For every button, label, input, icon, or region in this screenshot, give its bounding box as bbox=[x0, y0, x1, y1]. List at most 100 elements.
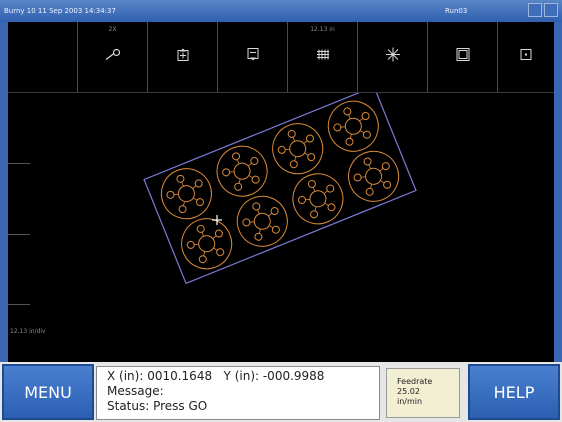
part-spoke bbox=[212, 235, 217, 239]
star-icon bbox=[385, 47, 401, 66]
dot-square-icon bbox=[520, 49, 532, 64]
tool-caption: 2X bbox=[108, 26, 117, 33]
part-spoke bbox=[181, 181, 184, 187]
nested-part bbox=[348, 150, 400, 202]
close-button[interactable] bbox=[544, 3, 558, 17]
tool-caption: 12.13 in bbox=[310, 26, 335, 33]
part-center-hole bbox=[198, 235, 216, 253]
feedrate-title: Feedrate bbox=[397, 377, 433, 386]
part-center-hole bbox=[233, 162, 251, 180]
part-bolt-hole bbox=[362, 130, 371, 139]
box-up-icon bbox=[176, 48, 190, 65]
status-line: Status: Press GO bbox=[107, 399, 208, 413]
scale-label: 12.13 in/div bbox=[10, 328, 46, 335]
part-spoke bbox=[192, 185, 197, 189]
feedrate-unit: in/min bbox=[397, 397, 423, 406]
part-bolt-hole bbox=[381, 162, 390, 171]
nested-part bbox=[181, 218, 233, 270]
part-bolt-hole bbox=[234, 182, 243, 191]
tool-zoom[interactable]: 2X bbox=[78, 22, 148, 92]
status-panel: X (in): 0010.1648 Y (in): -000.9988 Mess… bbox=[96, 366, 380, 420]
grid-icon bbox=[316, 49, 330, 64]
part-spoke bbox=[348, 114, 351, 119]
message-line: Message: bbox=[107, 384, 164, 398]
part-bolt-hole bbox=[326, 184, 335, 193]
part-spoke bbox=[247, 162, 253, 167]
part-spoke bbox=[236, 159, 240, 164]
part-outer-circle bbox=[292, 173, 344, 225]
part-bolt-hole bbox=[361, 112, 370, 121]
part-spoke bbox=[257, 209, 260, 215]
plate-outline bbox=[143, 93, 417, 285]
part-bolt-hole bbox=[195, 198, 204, 207]
x-position: X (in): 0010.1648 bbox=[107, 369, 213, 383]
part-bolt-hole bbox=[251, 175, 260, 184]
menu-button[interactable]: MENU bbox=[2, 364, 94, 420]
part-bolt-hole bbox=[250, 156, 259, 165]
part-center-hole bbox=[177, 185, 195, 203]
title-bar: Burny 10 11 Sep 2003 14:34:37 Run03 bbox=[0, 0, 562, 22]
nested-part bbox=[292, 173, 344, 225]
help-button[interactable]: HELP bbox=[468, 364, 560, 420]
part-bolt-hole bbox=[271, 225, 280, 234]
part-spoke bbox=[379, 167, 384, 172]
part-spoke bbox=[292, 136, 296, 142]
part-spoke bbox=[368, 164, 371, 170]
tool-nest-up[interactable] bbox=[148, 22, 218, 92]
part-bolt-hole bbox=[178, 205, 187, 214]
tool-nest-down[interactable] bbox=[218, 22, 288, 92]
part-bolt-hole bbox=[232, 152, 241, 161]
magnifier-icon bbox=[104, 48, 122, 65]
feedrate-panel: Feedrate 25.02 in/min bbox=[386, 368, 460, 418]
nested-part bbox=[216, 145, 268, 197]
part-center-hole bbox=[365, 167, 383, 185]
part-outer-circle bbox=[348, 150, 400, 202]
bottom-panel: MENU X (in): 0010.1648 Y (in): -000.9988… bbox=[0, 362, 562, 422]
tool-blank[interactable] bbox=[8, 22, 78, 92]
tool-window[interactable] bbox=[428, 22, 498, 92]
frame-left bbox=[0, 22, 8, 364]
part-outer-circle bbox=[216, 145, 268, 197]
nested-part bbox=[160, 168, 212, 220]
title-program-name: Run03 bbox=[445, 7, 468, 15]
toolbar: 2X 12.13 in bbox=[8, 22, 554, 92]
part-center-hole bbox=[309, 190, 327, 208]
frame-right bbox=[554, 22, 562, 364]
part-bolt-hole bbox=[196, 224, 205, 233]
part-bolt-hole bbox=[252, 202, 261, 211]
part-bolt-hole bbox=[198, 255, 207, 264]
part-center-hole bbox=[289, 140, 307, 158]
minimize-button[interactable] bbox=[528, 3, 542, 17]
part-bolt-hole bbox=[289, 160, 298, 169]
part-bolt-hole bbox=[307, 179, 316, 188]
feedrate-value: 25.02 bbox=[397, 387, 420, 396]
part-bolt-hole bbox=[194, 179, 203, 188]
part-bolt-hole bbox=[345, 137, 354, 146]
part-bolt-hole bbox=[287, 129, 296, 138]
tool-fit[interactable] bbox=[358, 22, 428, 92]
y-position: Y (in): -000.9988 bbox=[223, 369, 325, 383]
part-bolt-hole bbox=[343, 107, 352, 116]
square-icon bbox=[456, 48, 470, 65]
part-outer-circle bbox=[181, 218, 233, 270]
part-bolt-hole bbox=[363, 157, 372, 166]
box-down-icon bbox=[246, 48, 260, 65]
tool-grid[interactable]: 12.13 in bbox=[288, 22, 358, 92]
tool-center[interactable] bbox=[498, 22, 554, 92]
part-bolt-hole bbox=[310, 210, 319, 219]
position-readout: X (in): 0010.1648 Y (in): -000.9988 bbox=[107, 369, 379, 384]
part-center-hole bbox=[344, 117, 362, 135]
part-outer-circle bbox=[327, 100, 379, 152]
part-bolt-hole bbox=[176, 174, 185, 183]
part-center-hole bbox=[253, 212, 271, 230]
nested-part bbox=[236, 195, 288, 247]
part-spoke bbox=[359, 117, 364, 122]
part-outer-circle bbox=[236, 195, 288, 247]
title-left-text: Burny 10 11 Sep 2003 14:34:37 bbox=[4, 7, 116, 15]
part-viewport[interactable]: 12.13 in/div bbox=[8, 93, 554, 362]
part-spoke bbox=[303, 140, 308, 144]
window-controls bbox=[528, 3, 558, 17]
part-bolt-hole bbox=[305, 134, 314, 143]
part-bolt-hole bbox=[216, 248, 225, 257]
nested-part bbox=[272, 123, 324, 175]
